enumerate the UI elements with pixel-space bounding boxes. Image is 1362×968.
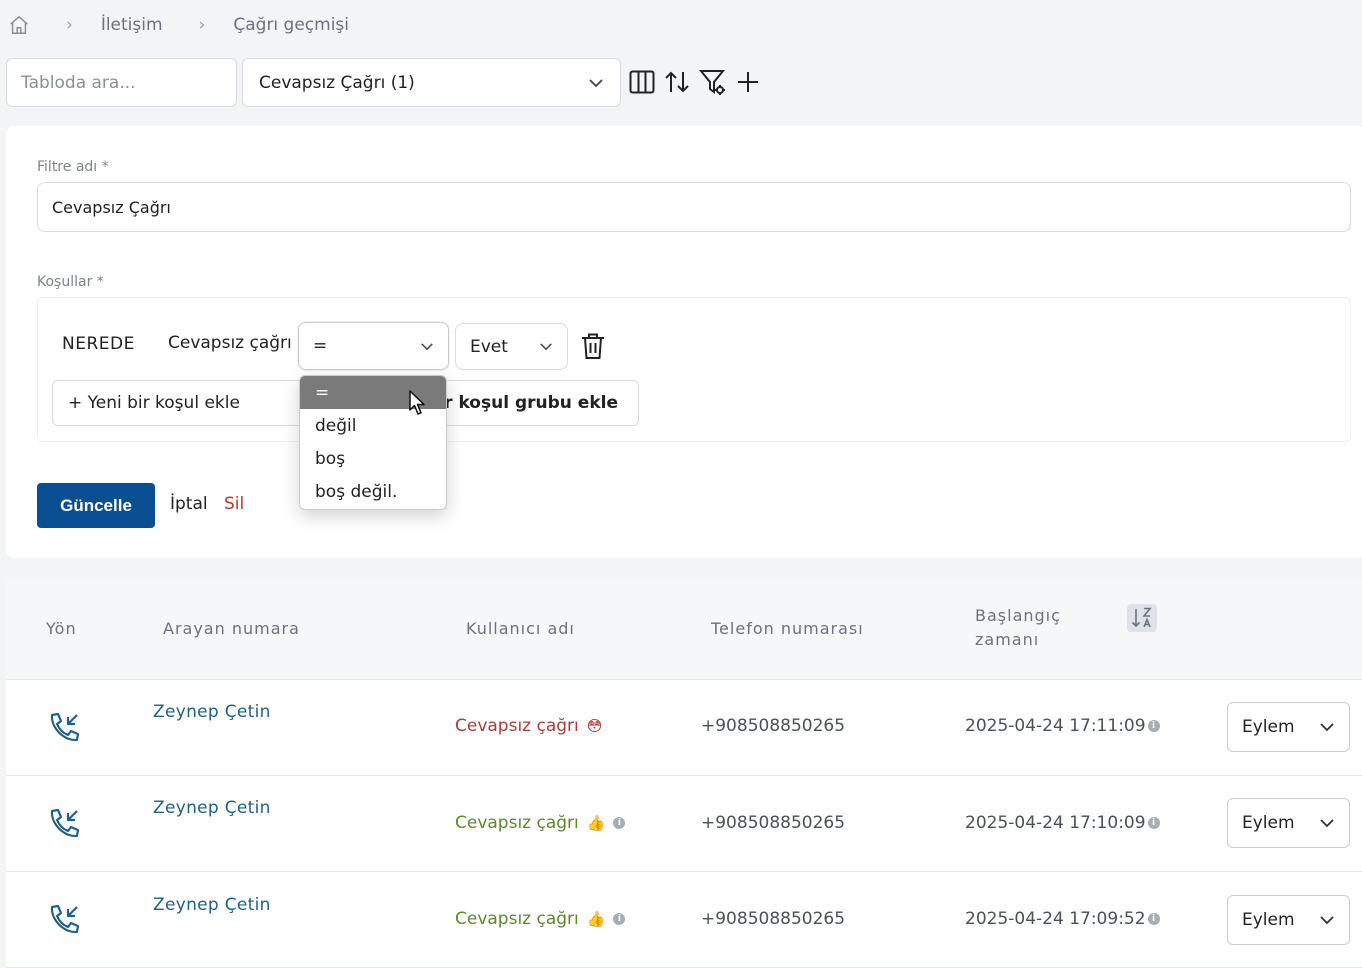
breadcrumb-item-call-history: Çağrı geçmişi (233, 15, 350, 35)
chevron-right-icon: › (198, 15, 206, 35)
sort-icon[interactable] (662, 66, 692, 98)
saved-filter-select[interactable]: Cevapsız Çağrı (1) (242, 58, 621, 107)
header-start-line1: Başlangıç (975, 606, 1061, 625)
call-status: Cevapsız çağrı 😳 (455, 716, 602, 736)
condition-operator-select[interactable]: = (298, 322, 449, 370)
action-label: Eylem (1242, 717, 1295, 737)
columns-icon[interactable] (627, 66, 657, 98)
action-label: Eylem (1242, 910, 1295, 930)
header-phone: Telefon numarası (711, 619, 864, 638)
chevron-down-icon (540, 343, 552, 351)
update-button[interactable]: Güncelle (37, 483, 155, 528)
call-status-text: Cevapsız çağrı (455, 716, 579, 736)
home-icon[interactable] (8, 14, 30, 36)
header-direction: Yön (46, 619, 77, 638)
add-condition-group-button[interactable]: bir koşul grubu ekle (420, 380, 639, 426)
header-caller: Arayan numara (163, 619, 300, 638)
info-icon[interactable]: i (1147, 913, 1160, 925)
call-status-text: Cevapsız çağrı (455, 813, 579, 833)
trash-icon[interactable] (580, 332, 606, 360)
delete-link[interactable]: Sil (224, 494, 244, 514)
start-time: 2025-04-24 17:10:09 i (965, 813, 1160, 833)
filter-name-label: Filtre adı * (37, 159, 109, 175)
action-dropdown-button[interactable]: Eylem (1227, 702, 1350, 752)
phone-number: +908508850265 (701, 716, 846, 736)
action-dropdown-button[interactable]: Eylem (1227, 798, 1350, 848)
info-icon[interactable]: i (1147, 720, 1160, 732)
table-search-input[interactable] (6, 58, 237, 107)
condition-value: Evet (470, 336, 508, 357)
operator-value: = (313, 336, 328, 356)
thumbs-up-icon: 👍 (586, 814, 606, 832)
caller-name-link[interactable]: Zeynep Çetin (153, 702, 271, 722)
filter-name-value: Cevapsız Çağrı (52, 197, 171, 217)
chevron-right-icon: › (66, 15, 73, 35)
start-time: 2025-04-24 17:11:09 i (965, 716, 1160, 736)
chevron-down-icon (589, 78, 603, 87)
mouse-cursor-icon (409, 390, 425, 415)
start-time-value: 2025-04-24 17:09:52 (965, 909, 1146, 929)
conditions-label: Koşullar * (37, 274, 104, 290)
start-time-value: 2025-04-24 17:11:09 (965, 716, 1146, 736)
incoming-call-icon (50, 904, 80, 934)
caller-name-link[interactable]: Zeynep Çetin (153, 798, 271, 818)
info-icon[interactable]: i (613, 913, 626, 925)
chevron-down-icon (1320, 916, 1334, 925)
condition-value-select[interactable]: Evet (455, 323, 568, 370)
chevron-down-icon (1320, 819, 1334, 828)
operator-option-not-empty[interactable]: boş değil. (300, 475, 446, 508)
chevron-down-icon (421, 342, 433, 350)
phone-number: +908508850265 (701, 909, 846, 929)
start-time: 2025-04-24 17:09:52 i (965, 909, 1160, 929)
add-condition-button[interactable]: + Yeni bir koşul ekle (52, 380, 312, 426)
action-label: Eylem (1242, 813, 1295, 833)
header-start-time: Başlangıç zamanı (975, 606, 1061, 649)
incoming-call-icon (50, 712, 80, 742)
cancel-link[interactable]: İptal (170, 494, 208, 514)
call-status: Cevapsız çağrı 👍 i (455, 813, 626, 833)
breadcrumb-item-communication[interactable]: İletişim (101, 15, 163, 35)
breadcrumb: › İletişim › Çağrı geçmişi (8, 10, 349, 40)
call-status: Cevapsız çağrı 👍 i (455, 909, 626, 929)
caller-name-link[interactable]: Zeynep Çetin (153, 895, 271, 915)
where-label: NEREDE (62, 334, 135, 354)
sort-desc-icon[interactable] (1127, 604, 1157, 632)
saved-filter-value: Cevapsız Çağrı (1) (259, 72, 415, 93)
start-time-value: 2025-04-24 17:10:09 (965, 813, 1146, 833)
thumbs-up-icon: 👍 (586, 910, 606, 928)
filter-name-field[interactable]: Cevapsız Çağrı (37, 182, 1351, 232)
header-start-line2: zamanı (975, 630, 1040, 649)
operator-option-empty[interactable]: boş (300, 442, 446, 475)
plus-icon[interactable] (733, 66, 763, 98)
action-dropdown-button[interactable]: Eylem (1227, 895, 1350, 945)
chevron-down-icon (1320, 723, 1334, 732)
info-icon[interactable]: i (1147, 817, 1160, 829)
incoming-call-icon (50, 808, 80, 838)
phone-number: +908508850265 (701, 813, 846, 833)
filter-settings-icon[interactable] (698, 66, 728, 98)
call-status-text: Cevapsız çağrı (455, 909, 579, 929)
condition-field[interactable]: Cevapsız çağrı (168, 333, 292, 353)
info-icon[interactable]: i (613, 817, 626, 829)
header-username: Kullanıcı adı (466, 619, 575, 638)
flushed-emoji-icon: 😳 (586, 717, 603, 735)
